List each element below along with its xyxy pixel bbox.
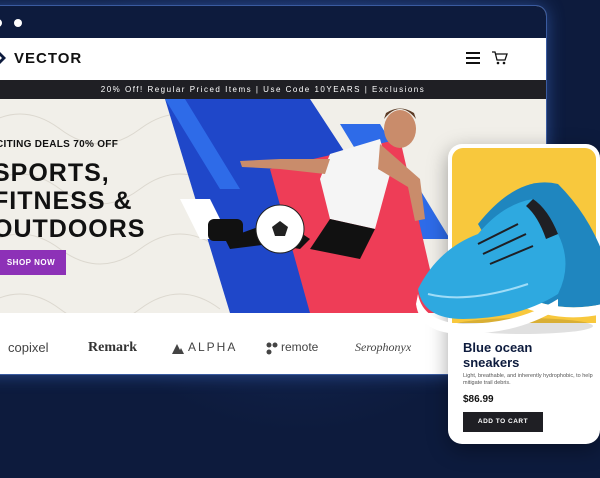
brand-logo-alpha: ALPHA (188, 340, 238, 354)
hero-eyebrow: CITING DEALS 70% OFF (0, 139, 119, 150)
cart-icon[interactable] (492, 51, 508, 65)
window-dot[interactable] (0, 19, 2, 27)
brand-logo-serophonyx: Serophonyx (355, 340, 412, 354)
remote-logo-icon (266, 342, 278, 355)
brand-logo-remark: Remark (88, 340, 137, 355)
product-card[interactable]: Blue ocean sneakers Light, breathable, a… (416, 144, 600, 444)
window-dot[interactable] (14, 19, 22, 27)
brand-logo-remote: remote (281, 340, 319, 354)
hero-headline: SPORTS, FITNESS & OUTDOORS (0, 159, 146, 243)
sneaker-image (416, 182, 600, 334)
product-price: $86.99 (463, 394, 494, 405)
product-title: Blue ocean sneakers (463, 340, 533, 370)
logo-mark-icon (0, 52, 6, 64)
product-description: Light, breathable, and inherently hydrop… (463, 373, 593, 386)
menu-icon[interactable] (466, 52, 480, 64)
copixel-logo-icon (0, 343, 4, 355)
promo-banner[interactable]: 20% Off! Regular Priced Items | Use Code… (0, 80, 546, 99)
brand-logo[interactable]: VECTOR (14, 50, 82, 67)
add-to-cart-button[interactable]: ADD TO CART (463, 412, 543, 432)
site-header: VECTOR (0, 38, 546, 80)
alpha-logo-icon (172, 344, 184, 354)
browser-titlebar (0, 6, 546, 38)
brand-logo-copixel: copixel (8, 340, 49, 355)
shop-now-button[interactable]: SHOP NOW (0, 250, 66, 275)
